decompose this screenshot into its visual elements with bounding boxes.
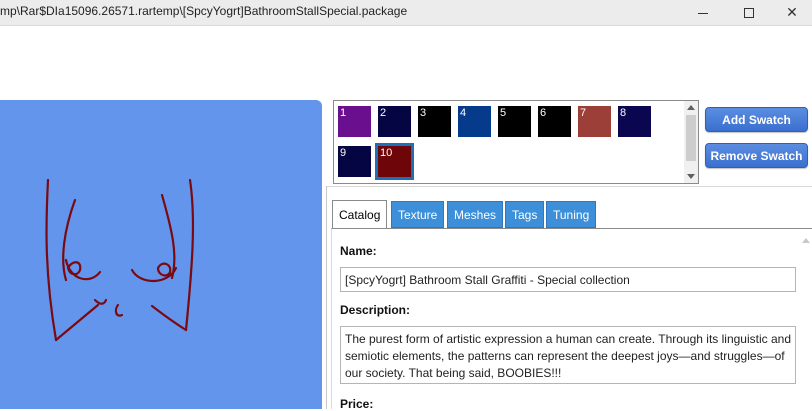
description-label: Description: — [340, 303, 411, 317]
swatch-1[interactable]: 1 — [338, 106, 371, 137]
minimize-icon — [698, 12, 708, 14]
swatch-list[interactable]: 1 2 3 4 5 6 7 8 9 10 — [333, 100, 699, 184]
texture-preview — [0, 100, 322, 409]
tab-tuning[interactable]: Tuning — [546, 201, 597, 228]
add-swatch-button[interactable]: Add Swatch — [705, 107, 808, 132]
tab-catalog[interactable]: Catalog — [332, 200, 388, 229]
swatch-scrollbar[interactable] — [684, 101, 698, 183]
maximize-button[interactable] — [726, 0, 772, 26]
remove-swatch-button[interactable]: Remove Swatch — [705, 143, 808, 168]
swatch-10[interactable]: 10 — [375, 143, 414, 180]
panel-scroll-up-icon[interactable] — [802, 238, 810, 243]
scroll-up-icon[interactable] — [687, 105, 695, 110]
close-button[interactable]: ✕ — [772, 0, 812, 26]
tab-meshes[interactable]: Meshes — [447, 201, 504, 228]
swatch-2[interactable]: 2 — [378, 106, 411, 137]
swatch-6[interactable]: 6 — [538, 106, 571, 137]
scrollbar-thumb[interactable] — [686, 115, 696, 161]
scroll-down-icon[interactable] — [687, 174, 695, 179]
close-icon: ✕ — [786, 5, 798, 21]
graffiti-sketch-image — [45, 178, 195, 342]
swatch-8[interactable]: 8 — [618, 106, 651, 137]
swatch-7[interactable]: 7 — [578, 106, 611, 137]
swatch-4[interactable]: 4 — [458, 106, 491, 137]
swatch-9[interactable]: 9 — [338, 146, 371, 177]
name-label: Name: — [340, 244, 377, 258]
name-field[interactable]: [SpcyYogrt] Bathroom Stall Graffiti - Sp… — [340, 267, 796, 292]
tab-tags[interactable]: Tags — [505, 201, 545, 228]
window-title: mp\Rar$DIa15096.26571.rartemp\[SpcyYogrt… — [0, 4, 408, 18]
title-bar: mp\Rar$DIa15096.26571.rartemp\[SpcyYogrt… — [0, 0, 812, 26]
minimize-button[interactable] — [680, 0, 726, 26]
divider — [326, 186, 812, 187]
swatch-3[interactable]: 3 — [418, 106, 451, 137]
maximize-icon — [744, 8, 754, 18]
tab-texture[interactable]: Texture — [391, 201, 445, 228]
vertical-divider — [326, 186, 327, 409]
description-field[interactable]: The purest form of artistic expression a… — [340, 326, 796, 384]
swatch-5[interactable]: 5 — [498, 106, 531, 137]
